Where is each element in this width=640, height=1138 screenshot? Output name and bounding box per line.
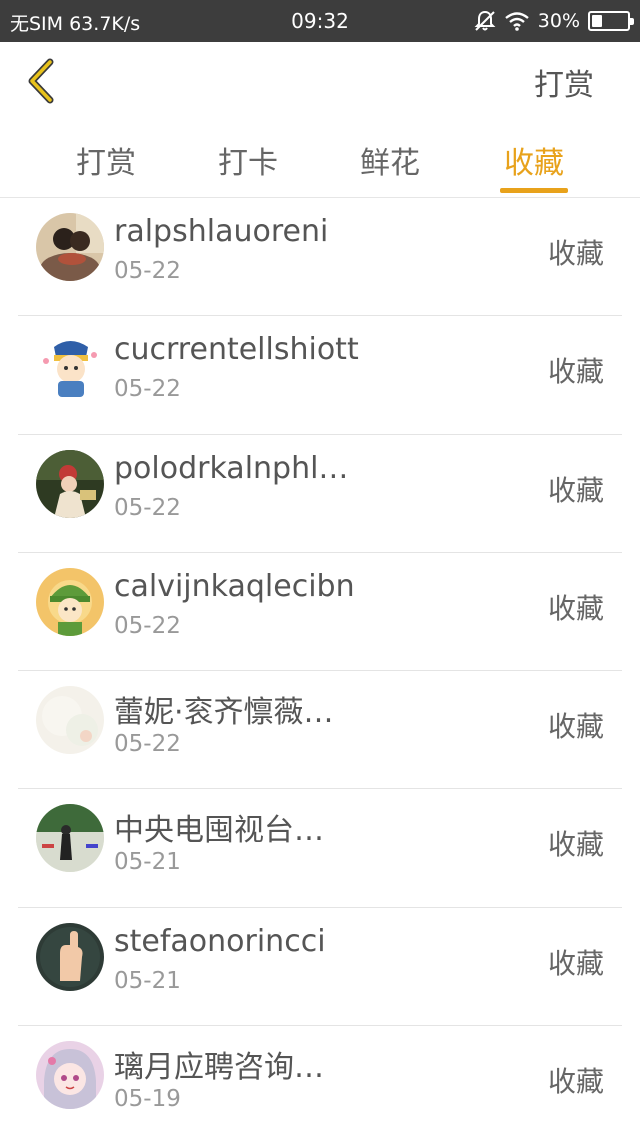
- tab-flowers[interactable]: 鲜花: [330, 138, 450, 182]
- avatar: [36, 567, 104, 636]
- tab-label: 打卡: [218, 146, 278, 181]
- list-item[interactable]: polodrkalnphl… 05-22 收藏: [0, 435, 640, 554]
- list-item[interactable]: calvijnkaqlecibn 05-22 收藏: [0, 553, 640, 672]
- battery-fill: [592, 15, 602, 27]
- favorite-label: 收藏: [547, 473, 604, 507]
- favorite-label: 收藏: [547, 237, 604, 270]
- favorite-label: 收藏: [547, 591, 604, 625]
- date: 05-22: [114, 612, 181, 639]
- tab-label: 收藏: [504, 146, 564, 181]
- bell-muted-icon: [474, 10, 496, 32]
- tab-bar: 打赏 打卡 鲜花 收藏: [0, 122, 640, 198]
- status-bar: 无SIM 63.7K/s 09:32 30%: [0, 0, 640, 42]
- status-icons: 30%: [474, 7, 634, 35]
- header: 打赏: [0, 42, 640, 122]
- username: 璃月应聘咨询…: [114, 1050, 324, 1086]
- favorite-label: 收藏: [547, 710, 604, 744]
- list-item[interactable]: stefaonorincci 05-21 收藏: [0, 908, 640, 1027]
- date: 05-22: [114, 731, 181, 758]
- avatar: [36, 686, 104, 755]
- wifi-icon: [504, 11, 530, 31]
- username: cucrrentellshiott: [114, 332, 359, 368]
- chevron-left-icon: [28, 58, 54, 104]
- date: 05-21: [114, 849, 181, 876]
- favorite-label: 收藏: [547, 355, 604, 389]
- avatar: [36, 1041, 104, 1110]
- list-item[interactable]: 蕾妮·衮齐懔薇… 05-22 收藏: [0, 671, 640, 790]
- date: 05-22: [114, 258, 181, 284]
- avatar: [36, 449, 104, 518]
- favorite-label: 收藏: [547, 828, 604, 862]
- username: calvijnkaqlecibn: [114, 568, 355, 604]
- avatar: [36, 213, 104, 281]
- username: stefaonorincci: [114, 923, 326, 959]
- username: polodrkalnphl…: [114, 450, 349, 486]
- charging-bolt-icon: [606, 13, 614, 29]
- list-item[interactable]: 璃月应聘咨询… 05-19 收藏: [0, 1026, 640, 1138]
- avatar: [36, 922, 104, 991]
- active-tab-indicator: [500, 188, 568, 193]
- list-item[interactable]: cucrrentellshiott 05-22 收藏: [0, 316, 640, 435]
- tab-label: 鲜花: [360, 146, 420, 181]
- favorite-label: 收藏: [547, 946, 604, 980]
- tab-favorites[interactable]: 收藏: [474, 138, 594, 193]
- date: 05-19: [114, 1086, 181, 1113]
- tab-label: 打赏: [76, 146, 136, 181]
- tab-checkin[interactable]: 打卡: [188, 138, 308, 182]
- date: 05-21: [114, 967, 181, 994]
- tab-reward[interactable]: 打赏: [46, 138, 166, 182]
- battery-percent: 30%: [537, 10, 580, 32]
- reward-button[interactable]: 打赏: [534, 60, 594, 104]
- list-item[interactable]: ralpshlauoreni 05-22 收藏: [0, 198, 640, 317]
- favorites-list: ralpshlauoreni 05-22 收藏 cucrrentellshiot…: [0, 198, 640, 1138]
- avatar: [36, 331, 104, 400]
- date: 05-22: [114, 376, 181, 403]
- username: 中央电囤视台…: [114, 813, 324, 849]
- favorite-label: 收藏: [547, 1065, 604, 1099]
- username: ralpshlauoreni: [114, 214, 329, 249]
- date: 05-22: [114, 494, 181, 521]
- battery-icon: [588, 11, 634, 31]
- list-item[interactable]: 中央电囤视台… 05-21 收藏: [0, 789, 640, 909]
- username: 蕾妮·衮齐懔薇…: [114, 695, 334, 731]
- back-button[interactable]: [20, 56, 64, 106]
- avatar: [36, 804, 104, 873]
